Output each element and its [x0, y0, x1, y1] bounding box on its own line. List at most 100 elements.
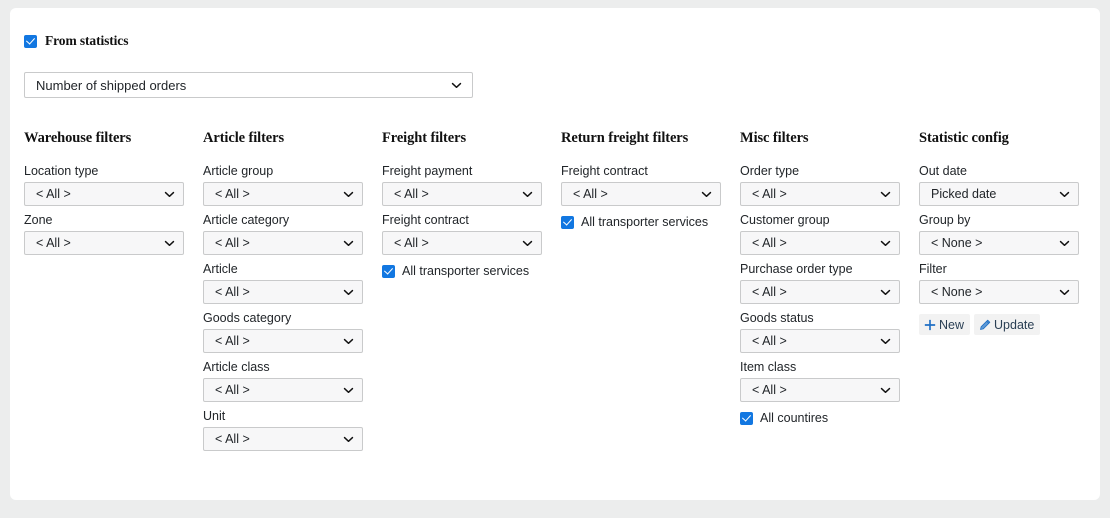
select-value: < All >	[215, 187, 250, 201]
select-value: < All >	[752, 285, 787, 299]
select-unit[interactable]: < All >	[203, 427, 363, 451]
field-customer-group: Customer group < All >	[740, 212, 919, 255]
chevron-down-icon	[880, 189, 891, 200]
select-value: < All >	[215, 432, 250, 446]
field-order-type: Order type < All >	[740, 163, 919, 206]
column-title: Statistic config	[919, 130, 1009, 146]
filter-column-warehouse-filters: Warehouse filters Location type < All > Zon…	[24, 130, 203, 261]
statistic-select-value: Number of shipped orders	[36, 77, 187, 93]
select-freight-payment[interactable]: < All >	[382, 182, 542, 206]
checkbox-row-all-transporter-services[interactable]: All transporter services	[561, 215, 740, 229]
select-freight-contract[interactable]: < All >	[382, 231, 542, 255]
from-statistics-row[interactable]: From statistics	[24, 33, 128, 49]
select-goods-category[interactable]: < All >	[203, 329, 363, 353]
select-item-class[interactable]: < All >	[740, 378, 900, 402]
chevron-down-icon	[522, 238, 533, 249]
field-label: Purchase order type	[740, 262, 853, 276]
chevron-down-icon	[522, 189, 533, 200]
select-value: < None >	[931, 285, 983, 299]
select-customer-group[interactable]: < All >	[740, 231, 900, 255]
select-value: < All >	[36, 236, 71, 250]
select-value: < All >	[752, 334, 787, 348]
chevron-down-icon	[1059, 189, 1070, 200]
settings-card: From statistics Number of shipped orders…	[10, 8, 1100, 500]
field-goods-category: Goods category < All >	[203, 310, 382, 353]
select-article-class[interactable]: < All >	[203, 378, 363, 402]
checkbox-all-transporter-services[interactable]	[561, 215, 574, 229]
field-filter: Filter < None >	[919, 261, 1098, 304]
select-value: < All >	[394, 236, 429, 250]
filter-column-article-filters: Article filters Article group < All > Artic…	[203, 130, 382, 457]
checkbox-row-all-transporter-services[interactable]: All transporter services	[382, 264, 561, 278]
chevron-down-icon	[343, 189, 354, 200]
select-freight-contract[interactable]: < All >	[561, 182, 721, 206]
field-label: Goods category	[203, 311, 292, 325]
filter-column-freight-filters: Freight filters Freight payment < All > Fre…	[382, 130, 561, 278]
statistic-config-actions: New Update	[919, 314, 1098, 335]
select-group-by[interactable]: < None >	[919, 231, 1079, 255]
chevron-down-icon	[880, 385, 891, 396]
field-location-type: Location type < All >	[24, 163, 203, 206]
chevron-down-icon	[701, 189, 712, 200]
field-label: Article category	[203, 213, 290, 227]
chevron-down-icon	[164, 189, 175, 200]
column-title: Misc filters	[740, 130, 809, 146]
field-out-date: Out date Picked date	[919, 163, 1098, 206]
filter-column-statistic-config: Statistic config Out date Picked date Group…	[919, 130, 1098, 335]
select-article[interactable]: < All >	[203, 280, 363, 304]
select-zone[interactable]: < All >	[24, 231, 184, 255]
field-zone: Zone < All >	[24, 212, 203, 255]
checkbox-all-countires[interactable]	[740, 411, 753, 425]
select-value: < All >	[573, 187, 608, 201]
chevron-down-icon	[1059, 238, 1070, 249]
select-location-type[interactable]: < All >	[24, 182, 184, 206]
field-label: Filter	[919, 262, 947, 276]
chevron-down-icon	[343, 385, 354, 396]
pencil-icon	[979, 319, 991, 331]
chevron-down-icon	[880, 287, 891, 298]
update-button-label: Update	[994, 317, 1035, 332]
select-value: < None >	[931, 236, 983, 250]
checkbox-row-all-countires[interactable]: All countires	[740, 411, 919, 425]
checkbox-label: All transporter services	[402, 264, 530, 278]
field-label: Goods status	[740, 311, 814, 325]
field-freight-payment: Freight payment < All >	[382, 163, 561, 206]
new-button-label: New	[939, 317, 965, 332]
field-label: Unit	[203, 409, 226, 423]
chevron-down-icon	[880, 238, 891, 249]
select-value: < All >	[752, 383, 787, 397]
checkbox-label: All transporter services	[581, 215, 709, 229]
field-label: Group by	[919, 213, 971, 227]
field-label: Zone	[24, 213, 53, 227]
filter-column-misc-filters: Misc filters Order type < All > Customer gr…	[740, 130, 919, 425]
field-purchase-order-type: Purchase order type < All >	[740, 261, 919, 304]
select-article-category[interactable]: < All >	[203, 231, 363, 255]
select-article-group[interactable]: < All >	[203, 182, 363, 206]
field-label: Customer group	[740, 213, 830, 227]
chevron-down-icon	[343, 434, 354, 445]
filter-column-return-freight-filters: Return freight filters Freight contract < …	[561, 130, 740, 229]
chevron-down-icon	[880, 336, 891, 347]
from-statistics-label: From statistics	[45, 33, 129, 48]
from-statistics-checkbox[interactable]	[24, 34, 37, 48]
select-value: < All >	[36, 187, 71, 201]
field-item-class: Item class < All >	[740, 359, 919, 402]
statistic-select[interactable]: Number of shipped orders	[24, 72, 473, 98]
select-value: < All >	[752, 187, 787, 201]
field-label: Location type	[24, 164, 99, 178]
field-unit: Unit < All >	[203, 408, 382, 451]
checkbox-all-transporter-services[interactable]	[382, 264, 395, 278]
field-freight-contract: Freight contract < All >	[561, 163, 740, 206]
select-out-date[interactable]: Picked date	[919, 182, 1079, 206]
select-filter[interactable]: < None >	[919, 280, 1079, 304]
new-button[interactable]: New	[919, 314, 971, 335]
select-purchase-order-type[interactable]: < All >	[740, 280, 900, 304]
column-title: Freight filters	[382, 130, 466, 146]
update-button[interactable]: Update	[974, 314, 1041, 335]
select-order-type[interactable]: < All >	[740, 182, 900, 206]
field-label: Out date	[919, 164, 967, 178]
select-value: < All >	[215, 285, 250, 299]
field-label: Article	[203, 262, 238, 276]
select-goods-status[interactable]: < All >	[740, 329, 900, 353]
field-label: Freight contract	[561, 164, 648, 178]
